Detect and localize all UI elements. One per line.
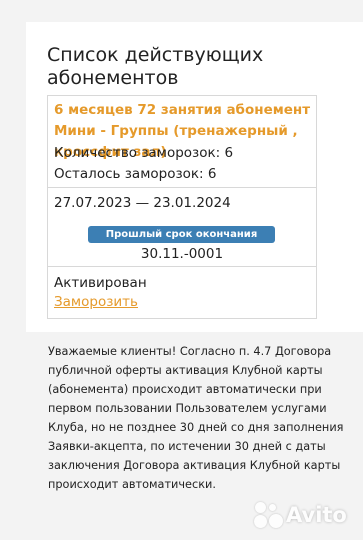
subscription-status: Активирован xyxy=(54,275,147,291)
freeze-count-label: Количество заморозок: 6 xyxy=(54,145,234,161)
avito-watermark: Avito xyxy=(254,500,347,530)
card-divider xyxy=(48,266,316,267)
subscription-card: 6 месяцев 72 занятия абонемент Мини - Гр… xyxy=(47,95,317,319)
card-divider xyxy=(48,187,316,188)
subscription-dates: 27.07.2023 — 23.01.2024 xyxy=(54,195,231,211)
previous-end-date: 30.11.-0001 xyxy=(140,246,224,262)
freeze-link[interactable]: Заморозить xyxy=(54,294,138,310)
freeze-left-label: Осталось заморозок: 6 xyxy=(54,166,217,182)
activation-notice: Уважаемые клиенты! Согласно п. 4.7 Догов… xyxy=(48,345,344,491)
page-title: Список действующих абонементов xyxy=(47,44,264,89)
avito-logo-icon xyxy=(254,501,284,529)
avito-watermark-text: Avito xyxy=(286,503,347,527)
expired-term-badge: Прошлый срок окончания абонемента xyxy=(88,226,275,257)
